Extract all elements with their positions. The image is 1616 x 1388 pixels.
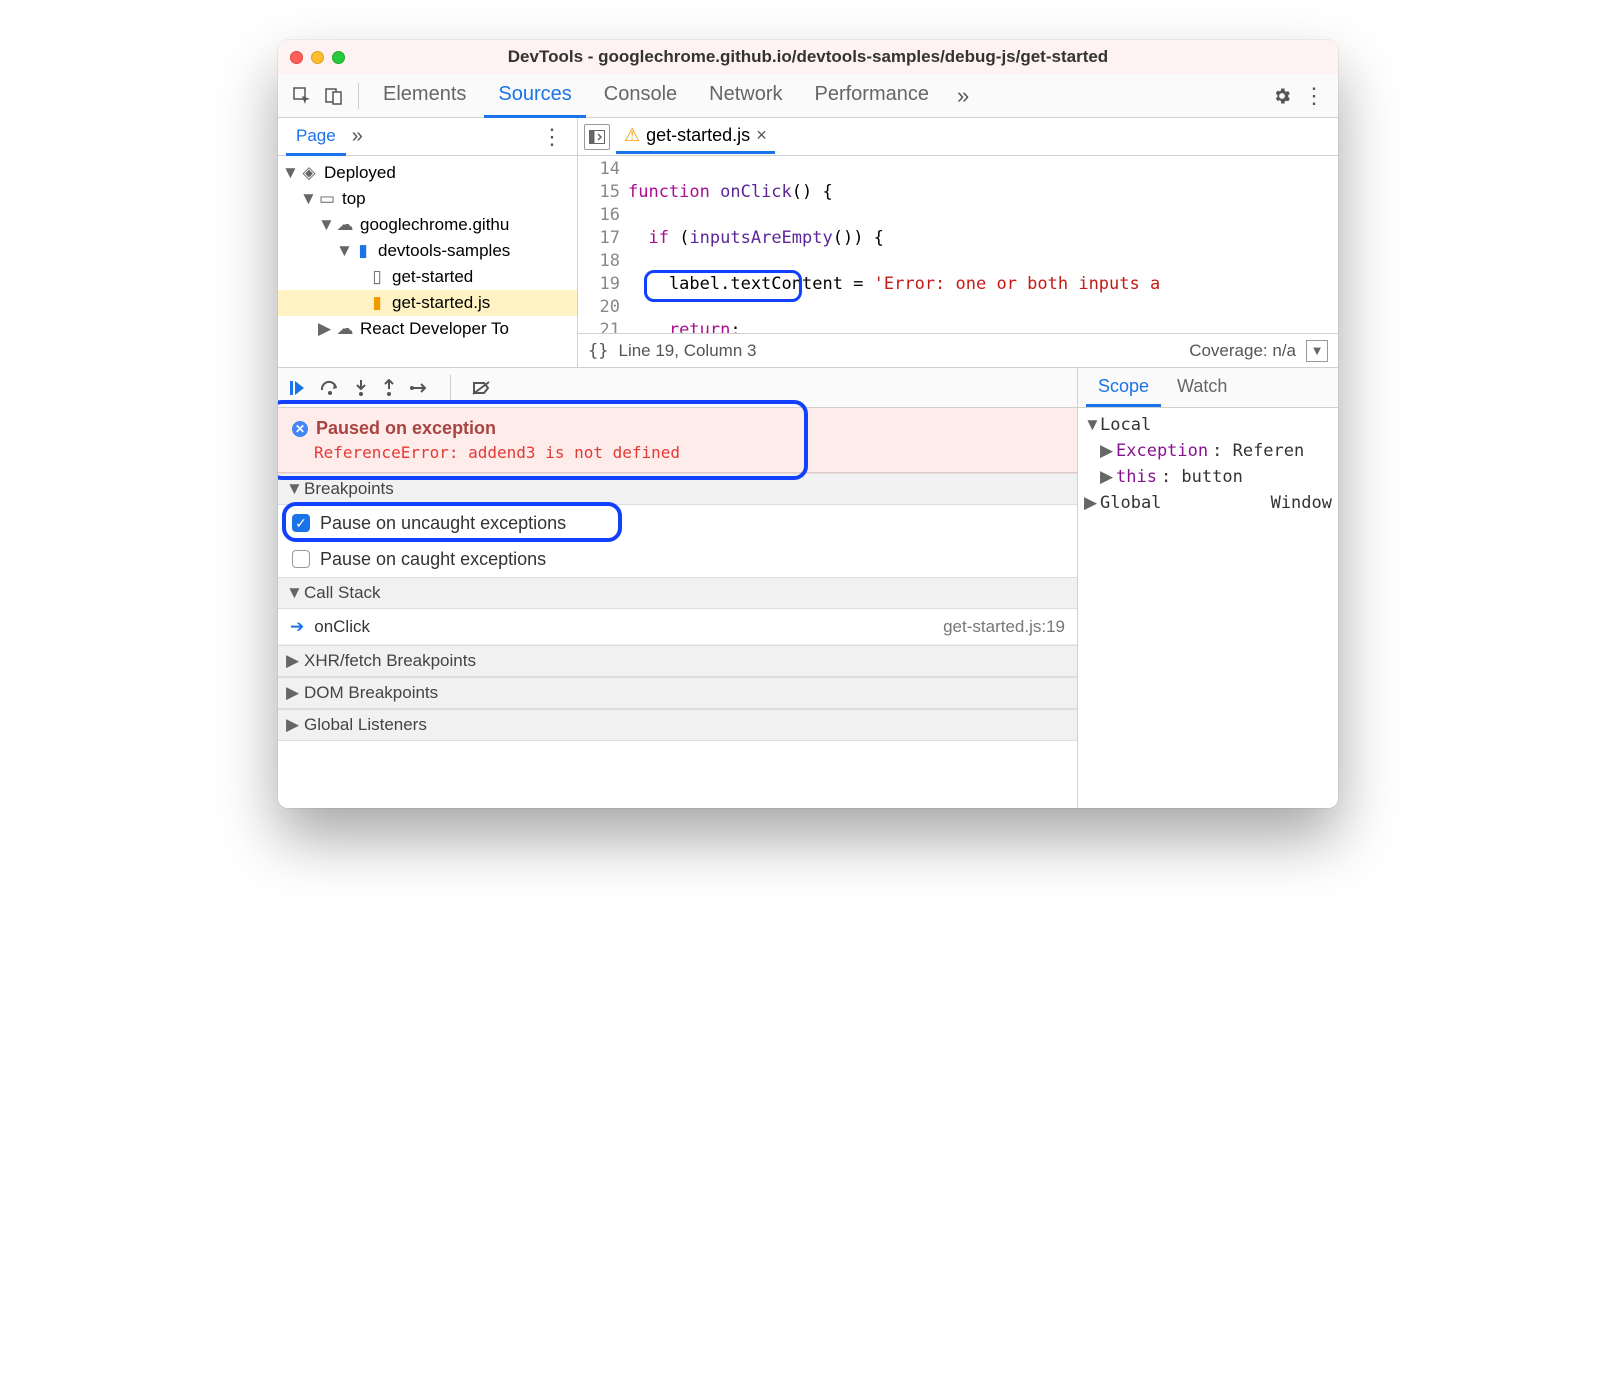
zoom-window-button[interactable]: [332, 51, 345, 64]
tree-top[interactable]: ▼▭top: [278, 186, 577, 212]
step-button[interactable]: [410, 381, 430, 395]
tab-performance[interactable]: Performance: [801, 73, 944, 118]
tab-console[interactable]: Console: [590, 73, 691, 118]
navigator-more-icon[interactable]: ⋮: [535, 124, 569, 150]
more-options-kebab-icon[interactable]: ⋮: [1300, 82, 1328, 110]
tab-scope[interactable]: Scope: [1086, 368, 1161, 407]
coverage-status: Coverage: n/a: [1189, 341, 1296, 361]
scope-tree: ▼Local ▶Exception: Referen ▶this: button…: [1078, 408, 1338, 520]
tab-watch[interactable]: Watch: [1165, 368, 1239, 407]
tab-network[interactable]: Network: [695, 73, 796, 118]
frame-icon: ▭: [318, 189, 336, 209]
checkbox-uncaught[interactable]: ✓: [292, 514, 310, 532]
navigator-tab-page[interactable]: Page: [286, 118, 346, 156]
navigator-pane: Page » ⋮ ▼◈Deployed ▼▭top ▼☁googlechrome…: [278, 118, 578, 367]
separator: [358, 83, 359, 109]
warning-icon: ⚠: [624, 125, 640, 146]
cube-icon: ◈: [300, 163, 318, 183]
window-controls: [290, 51, 345, 64]
debugger-toolbar: [278, 368, 1077, 408]
js-file-icon: ▮: [368, 293, 386, 313]
document-icon: ▯: [368, 267, 386, 287]
tree-file-js[interactable]: ▮get-started.js: [278, 290, 577, 316]
scope-watch-tabs: Scope Watch: [1078, 368, 1338, 408]
file-tree: ▼◈Deployed ▼▭top ▼☁googlechrome.githu ▼▮…: [278, 156, 577, 367]
scope-this[interactable]: ▶this: button: [1078, 464, 1338, 490]
pause-uncaught-label: Pause on uncaught exceptions: [320, 513, 566, 534]
step-into-button[interactable]: [354, 379, 368, 397]
pause-caught-label: Pause on caught exceptions: [320, 549, 546, 570]
cloud-icon: ☁: [336, 319, 354, 339]
inspect-element-icon[interactable]: [288, 82, 316, 110]
cursor-position: Line 19, Column 3: [618, 341, 756, 361]
step-over-button[interactable]: [320, 380, 340, 396]
scope-local[interactable]: ▼Local: [1078, 412, 1338, 438]
window-title: DevTools - googlechrome.github.io/devtoo…: [278, 47, 1338, 67]
editor-tabbar: ⚠ get-started.js ×: [578, 118, 1338, 156]
annotation-pause-box: [278, 400, 808, 480]
tree-react-ext[interactable]: ▶☁React Developer To: [278, 316, 577, 342]
pause-uncaught-row[interactable]: ✓ Pause on uncaught exceptions: [278, 505, 1077, 541]
debugger-panels: ✕ Paused on exception ReferenceError: ad…: [278, 368, 1338, 808]
section-dom[interactable]: ▶DOM Breakpoints: [278, 677, 1077, 709]
resume-button[interactable]: [288, 379, 306, 397]
debugger-right-pane: Scope Watch ▼Local ▶Exception: Referen ▶…: [1078, 368, 1338, 808]
code-content: function onClick() { if (inputsAreEmpty(…: [628, 156, 1338, 333]
info-icon: ✕: [292, 421, 308, 437]
tree-file-html[interactable]: ▯get-started: [278, 264, 577, 290]
main-toolbar: Elements Sources Console Network Perform…: [278, 74, 1338, 118]
navigator-tabs: Page » ⋮: [278, 118, 577, 156]
toggle-navigator-icon[interactable]: [584, 124, 610, 150]
tree-folder[interactable]: ▼▮devtools-samples: [278, 238, 577, 264]
sources-body: Page » ⋮ ▼◈Deployed ▼▭top ▼☁googlechrome…: [278, 118, 1338, 368]
pause-caught-row[interactable]: Pause on caught exceptions: [278, 541, 1077, 577]
section-callstack[interactable]: ▼Call Stack: [278, 577, 1077, 609]
callstack-frame[interactable]: ➔ onClick get-started.js:19: [278, 609, 1077, 645]
pause-error-message: ReferenceError: addend3 is not defined: [314, 443, 1063, 462]
checkbox-caught[interactable]: [292, 550, 310, 568]
navigator-tabs-overflow[interactable]: »: [352, 125, 363, 148]
minimize-window-button[interactable]: [311, 51, 324, 64]
close-tab-icon[interactable]: ×: [756, 125, 767, 146]
scope-exception[interactable]: ▶Exception: Referen: [1078, 438, 1338, 464]
device-toolbar-icon[interactable]: [320, 82, 348, 110]
editor-tab-active[interactable]: ⚠ get-started.js ×: [616, 119, 775, 154]
editor-pane: ⚠ get-started.js × 1415161718192021 func…: [578, 118, 1338, 367]
pause-banner: ✕ Paused on exception ReferenceError: ad…: [278, 408, 1077, 473]
frame-name: onClick: [314, 617, 370, 637]
tree-origin[interactable]: ▼☁googlechrome.githu: [278, 212, 577, 238]
tree-deployed[interactable]: ▼◈Deployed: [278, 160, 577, 186]
separator: [450, 375, 451, 401]
debugger-left-pane: ✕ Paused on exception ReferenceError: ad…: [278, 368, 1078, 808]
close-window-button[interactable]: [290, 51, 303, 64]
pause-title: Paused on exception: [316, 418, 496, 439]
section-xhr[interactable]: ▶XHR/fetch Breakpoints: [278, 645, 1077, 677]
folder-icon: ▮: [354, 241, 372, 261]
line-gutter: 1415161718192021: [578, 156, 628, 333]
tab-elements[interactable]: Elements: [369, 73, 480, 118]
code-editor[interactable]: 1415161718192021 function onClick() { if…: [578, 156, 1338, 333]
tabs-overflow-button[interactable]: »: [947, 83, 979, 109]
devtools-window: DevTools - googlechrome.github.io/devtoo…: [278, 40, 1338, 808]
editor-statusbar: {} Line 19, Column 3 Coverage: n/a ▼: [578, 333, 1338, 367]
editor-tab-label: get-started.js: [646, 125, 750, 146]
scope-global[interactable]: ▶GlobalWindow: [1078, 490, 1338, 516]
settings-gear-icon[interactable]: [1268, 82, 1296, 110]
tab-sources[interactable]: Sources: [484, 73, 585, 118]
titlebar: DevTools - googlechrome.github.io/devtoo…: [278, 40, 1338, 74]
pretty-print-icon[interactable]: {}: [588, 341, 608, 361]
frame-location: get-started.js:19: [943, 617, 1065, 637]
coverage-toggle-icon[interactable]: ▼: [1306, 340, 1328, 362]
step-out-button[interactable]: [382, 379, 396, 397]
section-breakpoints[interactable]: ▼Breakpoints: [278, 473, 1077, 505]
current-frame-icon: ➔: [290, 617, 304, 637]
deactivate-breakpoints-button[interactable]: [471, 380, 491, 396]
section-listeners[interactable]: ▶Global Listeners: [278, 709, 1077, 741]
cloud-icon: ☁: [336, 215, 354, 235]
